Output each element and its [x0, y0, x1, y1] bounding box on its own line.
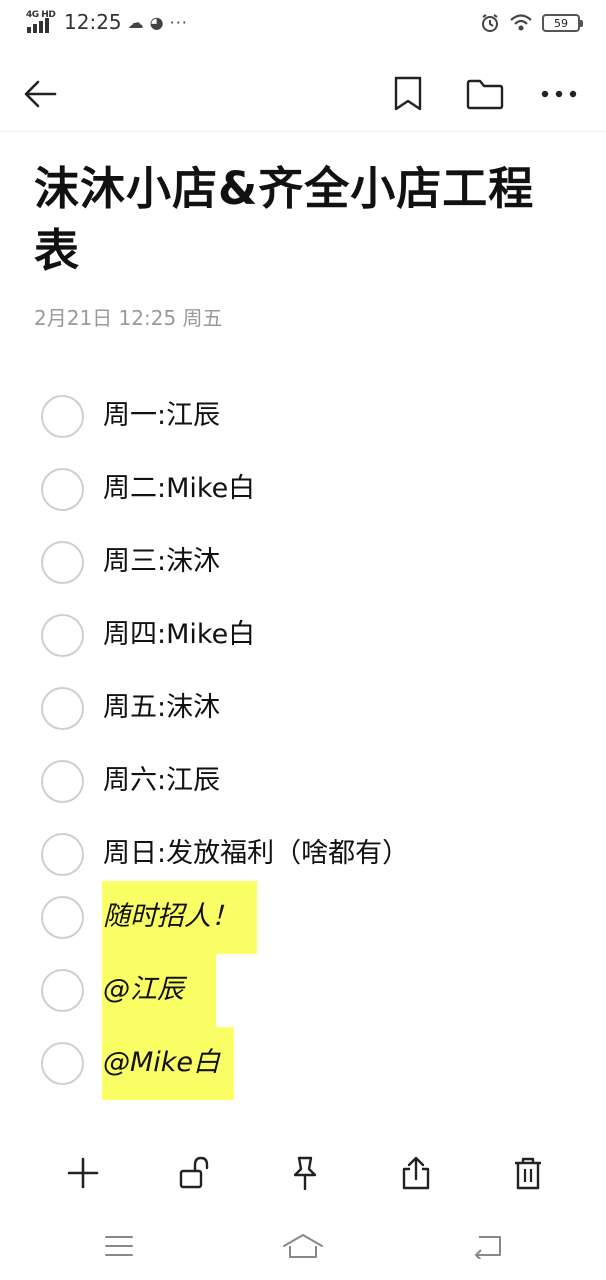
checklist-item-text[interactable]: @Mike白: [103, 1044, 220, 1082]
folder-icon: [466, 79, 504, 110]
checklist-item: 周四:Mike白: [0, 599, 606, 672]
home-icon: [283, 1234, 323, 1258]
checklist-item-text[interactable]: 周二:Mike白: [103, 470, 255, 508]
status-right: 59: [480, 13, 583, 33]
browser-icon: ◕: [149, 12, 164, 32]
trash-icon: [515, 1157, 541, 1190]
more-button[interactable]: [537, 72, 581, 116]
checkbox[interactable]: [41, 1042, 84, 1085]
bookmark-icon: [394, 76, 422, 111]
note-title[interactable]: 沫沐小店&齐全小店工程表: [34, 158, 579, 282]
arrow-left-icon: [24, 80, 57, 108]
more-horizontal-icon: [541, 90, 577, 98]
add-icon: [67, 1157, 99, 1189]
unlock-icon: [179, 1156, 209, 1189]
status-time: 12:25: [64, 10, 122, 34]
home-button[interactable]: [281, 1228, 325, 1264]
alarm-icon: [482, 14, 498, 32]
folder-button[interactable]: [463, 72, 507, 116]
checklist-item: 周五:沫沐: [0, 672, 606, 745]
menu-icon: [105, 1236, 133, 1256]
checkbox[interactable]: [41, 969, 84, 1012]
checklist-item: 周三:沫沐: [0, 526, 606, 599]
bottom-action-bar: [0, 1140, 606, 1208]
checklist-item-text[interactable]: 周四:Mike白: [103, 616, 255, 654]
add-button[interactable]: [60, 1150, 106, 1196]
checklist-item-text[interactable]: 周六:江辰: [103, 762, 220, 800]
back-button[interactable]: [18, 72, 62, 116]
wifi-icon: [510, 14, 532, 31]
pin-icon: [293, 1156, 317, 1191]
checkbox[interactable]: [41, 468, 84, 511]
battery-icon: 59: [542, 14, 583, 32]
note-date: 2月21日 12:25 周五: [34, 306, 223, 330]
battery-level: 59: [554, 16, 568, 30]
checklist-item: 周六:江辰: [0, 745, 606, 818]
checkbox[interactable]: [41, 614, 84, 657]
recent-apps-button[interactable]: [97, 1228, 141, 1264]
top-toolbar: [0, 56, 606, 132]
more-notifications-icon: ···: [169, 12, 188, 32]
checklist-item-text[interactable]: 随时招人！: [103, 898, 238, 936]
checklist-item-text[interactable]: 周日:发放福利（啥都有）: [103, 835, 409, 873]
checklist-item: 周一:江辰: [0, 380, 606, 453]
checkbox[interactable]: [41, 395, 84, 438]
delete-button[interactable]: [505, 1150, 551, 1196]
checklist-item: 周二:Mike白: [0, 453, 606, 526]
checkbox[interactable]: [41, 896, 84, 939]
cellular-signal-icon: 4G HD: [26, 10, 56, 34]
system-back-button[interactable]: [465, 1228, 509, 1264]
checkbox[interactable]: [41, 541, 84, 584]
checkbox[interactable]: [41, 760, 84, 803]
checklist-item: @Mike白: [0, 1027, 606, 1100]
checklist-item: @江辰: [0, 954, 606, 1027]
status-bar: 4G HD 12:25 ☁ ◕ ··· 59: [0, 0, 606, 48]
checklist-item-text[interactable]: 周一:江辰: [103, 397, 220, 435]
checklist-item-text[interactable]: 周五:沫沐: [103, 689, 220, 727]
cloud-icon: ☁: [127, 12, 144, 32]
bookmark-button[interactable]: [386, 72, 430, 116]
system-nav-bar: [0, 1216, 606, 1280]
checklist-item: 随时招人！: [0, 881, 606, 954]
checklist-item-text[interactable]: 周三:沫沐: [103, 543, 220, 581]
checkbox[interactable]: [41, 687, 84, 730]
pin-button[interactable]: [282, 1150, 328, 1196]
share-button[interactable]: [393, 1150, 439, 1196]
lock-button[interactable]: [171, 1150, 217, 1196]
back-icon: [475, 1236, 501, 1259]
checkbox[interactable]: [41, 833, 84, 876]
share-icon: [402, 1156, 430, 1190]
status-left: 4G HD 12:25 ☁ ◕ ···: [26, 10, 188, 34]
checklist-item-text[interactable]: @江辰: [103, 971, 184, 1009]
